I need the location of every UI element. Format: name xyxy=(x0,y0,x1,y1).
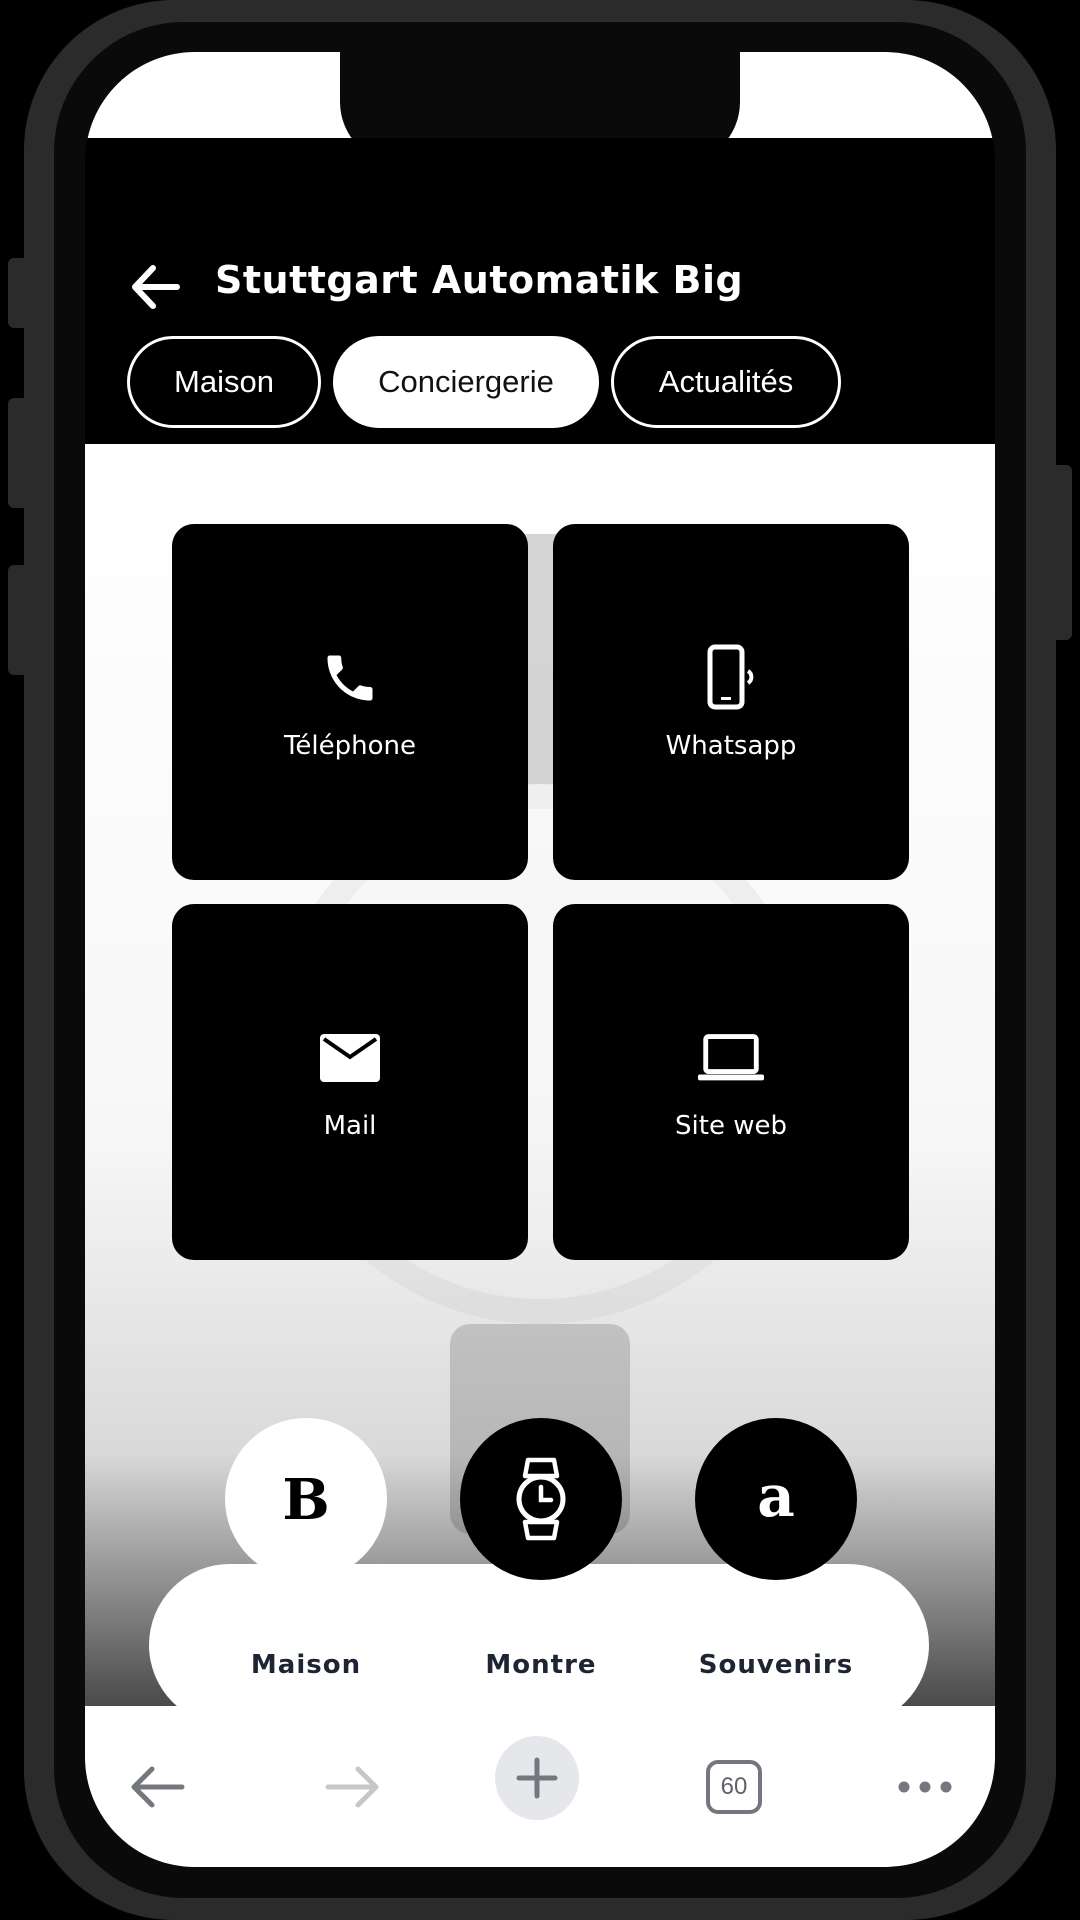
forward-arrow-icon[interactable] xyxy=(307,1742,397,1832)
tab-switcher-icon[interactable]: 60 xyxy=(689,1742,779,1832)
brand-a-icon: a xyxy=(757,1464,795,1530)
tile-label: Whatsapp xyxy=(665,731,797,761)
nav-maison-button[interactable]: B xyxy=(225,1418,387,1580)
phone-button xyxy=(8,258,30,328)
tile-label: Téléphone xyxy=(283,731,417,761)
tab-maison[interactable]: Maison xyxy=(127,336,321,428)
telephone-tile[interactable]: Téléphone xyxy=(172,524,528,880)
back-arrow-icon[interactable] xyxy=(113,1742,203,1832)
mail-tile[interactable]: Mail xyxy=(172,904,528,1260)
phone-button xyxy=(1050,465,1072,640)
brand-b-icon: B xyxy=(282,1469,329,1529)
tab-conciergerie[interactable]: Conciergerie xyxy=(333,336,599,428)
mobile-vibrate-icon xyxy=(696,643,766,713)
tab-actualites[interactable]: Actualités xyxy=(611,336,841,428)
tab-count: 60 xyxy=(706,1760,762,1814)
more-icon[interactable] xyxy=(880,1742,970,1832)
svg-text:B: B xyxy=(282,1469,329,1529)
phone-icon xyxy=(315,643,385,713)
laptop-icon xyxy=(696,1023,766,1093)
website-tile[interactable]: Site web xyxy=(553,904,909,1260)
phone-screen: Stuttgart Automatik Big Maison Concierge… xyxy=(85,52,995,1867)
phone-button xyxy=(8,565,30,675)
watch-icon xyxy=(516,1457,566,1541)
tile-label: Mail xyxy=(323,1111,377,1141)
tab-bar: Maison Conciergerie Actualités xyxy=(127,336,841,428)
phone-button xyxy=(8,398,30,508)
nav-label-maison: Maison xyxy=(250,1650,362,1680)
nav-souvenirs-button[interactable]: a xyxy=(695,1418,857,1580)
nav-montre-button[interactable] xyxy=(460,1418,622,1580)
envelope-icon xyxy=(315,1023,385,1093)
nav-label-souvenirs: Souvenirs xyxy=(698,1650,854,1680)
browser-toolbar: 60 xyxy=(85,1706,995,1867)
whatsapp-tile[interactable]: Whatsapp xyxy=(553,524,909,880)
bottom-nav xyxy=(149,1564,929,1726)
nav-label-montre: Montre xyxy=(485,1650,597,1680)
svg-text:a: a xyxy=(757,1464,795,1530)
tile-label: Site web xyxy=(675,1111,787,1141)
page-title: Stuttgart Automatik Big xyxy=(215,258,744,302)
plus-icon[interactable] xyxy=(495,1736,579,1820)
arrow-left-icon[interactable] xyxy=(127,262,183,312)
